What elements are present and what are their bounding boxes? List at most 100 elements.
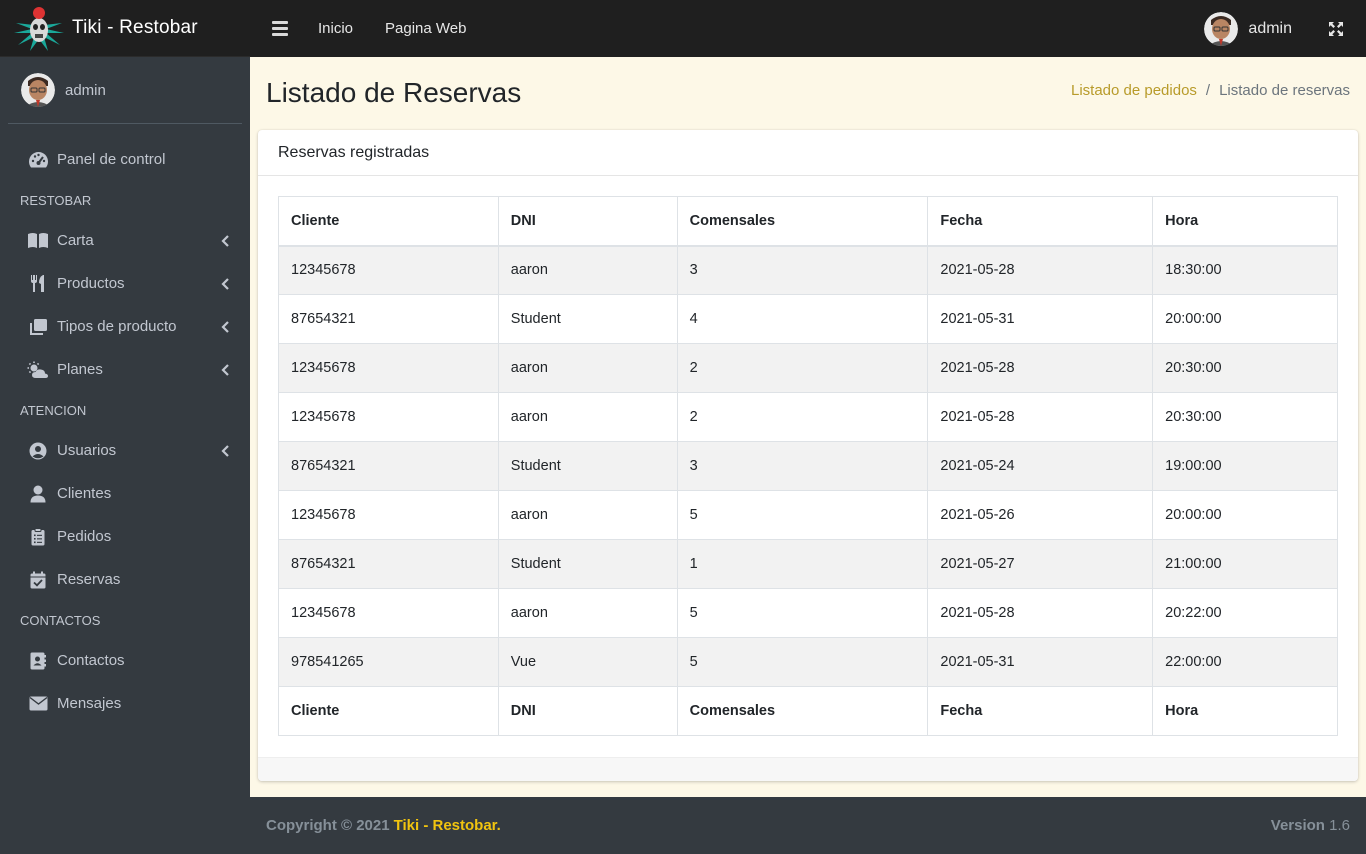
content-wrapper: Listado de Reservas Listado de pedidos /… <box>250 57 1366 797</box>
table-header: Cliente DNI Comensales Fecha Hora <box>278 196 1338 247</box>
cell-hora: 19:00:00 <box>1152 441 1338 491</box>
sidebar-item-label: Contactos <box>57 652 125 669</box>
card-title: Reservas registradas <box>258 130 1358 176</box>
sidebar-item-label: Pedidos <box>57 528 112 545</box>
sidebar-item-pedidos[interactable]: Pedidos <box>0 515 250 558</box>
cell-hora: 20:00:00 <box>1152 294 1338 344</box>
cell-cliente: 12345678 <box>278 392 499 442</box>
brand-name: Tiki - Restobar <box>72 17 198 38</box>
breadcrumb: Listado de pedidos / Listado de reservas <box>1071 82 1350 99</box>
cell-fecha: 2021-05-31 <box>927 637 1154 687</box>
sidebar-user-panel[interactable]: admin <box>8 57 242 124</box>
cell-fecha: 2021-05-27 <box>927 539 1154 589</box>
cell-hora: 21:00:00 <box>1152 539 1338 589</box>
sidebar-item-usuarios[interactable]: Usuarios <box>0 429 250 472</box>
sidebar: Tiki - Restobar admin Panel de control R… <box>0 0 250 854</box>
sidebar-item-planes[interactable]: Planes <box>0 348 250 391</box>
sidebar-item-contactos[interactable]: Contactos <box>0 639 250 682</box>
sidebar-item-label: Mensajes <box>57 695 122 712</box>
cell-cliente: 87654321 <box>278 539 499 589</box>
footer-header-fecha: Fecha <box>927 686 1154 736</box>
user-circle-icon <box>27 440 49 462</box>
table-body: 12345678 aaron 3 2021-05-28 18:30:00 8765432… <box>278 245 1338 687</box>
cell-dni: aaron <box>497 490 678 540</box>
footer-brand-link[interactable]: Tiki - Restobar. <box>394 817 501 834</box>
book-open-icon <box>27 230 49 252</box>
cell-comensales: 2 <box>676 392 929 442</box>
brand-link[interactable]: Tiki - Restobar <box>0 0 250 57</box>
clipboard-list-icon <box>27 526 49 548</box>
cell-cliente: 12345678 <box>278 343 499 393</box>
footer-header-cliente: Cliente <box>278 686 499 736</box>
cell-dni: Student <box>497 294 678 344</box>
cell-fecha: 2021-05-24 <box>927 441 1154 491</box>
cell-dni: aaron <box>497 588 678 638</box>
nav-header-atencion: ATENCION <box>20 402 87 418</box>
avatar <box>21 73 55 107</box>
sidebar-item-productos[interactable]: Productos <box>0 262 250 305</box>
table-row: 12345678 aaron 2 2021-05-28 20:30:00 <box>278 343 1338 393</box>
cell-dni: aaron <box>497 245 678 295</box>
avatar[interactable] <box>1204 11 1239 46</box>
sidebar-item-carta[interactable]: Carta <box>0 219 250 262</box>
column-header-fecha[interactable]: Fecha <box>927 196 1154 247</box>
sidebar-item-mensajes[interactable]: Mensajes <box>0 682 250 725</box>
envelope-icon <box>27 693 49 715</box>
chevron-left-icon <box>220 234 230 247</box>
cell-fecha: 2021-05-28 <box>927 392 1154 442</box>
cell-cliente: 12345678 <box>278 490 499 540</box>
sidebar-item-tipos-de-producto[interactable]: Tipos de producto <box>0 305 250 348</box>
nav-header-restobar: RESTOBAR <box>20 192 92 208</box>
expand-arrows-icon[interactable] <box>1328 21 1344 37</box>
nav-link-pagina-web[interactable]: Pagina Web <box>385 20 466 37</box>
column-header-cliente[interactable]: Cliente <box>278 196 499 247</box>
top-user-name[interactable]: admin <box>1248 20 1292 38</box>
cell-hora: 18:30:00 <box>1152 245 1338 295</box>
sidebar-item-panel-de-control[interactable]: Panel de control <box>0 138 250 181</box>
menu-toggle-icon[interactable] <box>272 21 294 36</box>
footer-header-hora: Hora <box>1152 686 1338 736</box>
table-row: 12345678 aaron 2 2021-05-28 20:30:00 <box>278 392 1338 442</box>
cell-cliente: 87654321 <box>278 441 499 491</box>
sidebar-nav: Panel de control RESTOBAR Carta Producto… <box>0 124 250 725</box>
cell-comensales: 5 <box>676 637 929 687</box>
cell-hora: 20:30:00 <box>1152 343 1338 393</box>
copyright-text: Copyright © 2021 <box>266 817 390 834</box>
footer-header-comensales: Comensales <box>676 686 929 736</box>
column-header-dni[interactable]: DNI <box>497 196 678 247</box>
version-info: Version 1.6 <box>1271 817 1350 834</box>
cell-fecha: 2021-05-31 <box>927 294 1154 344</box>
version-label: Version <box>1270 817 1325 834</box>
address-book-icon <box>27 650 49 672</box>
reservations-table: Cliente DNI Comensales Fecha Hora 123456… <box>278 196 1338 736</box>
chevron-left-icon <box>220 444 230 457</box>
cell-hora: 20:22:00 <box>1152 588 1338 638</box>
breadcrumb-active: Listado de reservas <box>1219 81 1350 99</box>
sidebar-item-label: Clientes <box>57 485 112 502</box>
nav-link-inicio[interactable]: Inicio <box>318 20 353 37</box>
footer-header-dni: DNI <box>497 686 678 736</box>
column-header-hora[interactable]: Hora <box>1152 196 1338 247</box>
column-header-comensales[interactable]: Comensales <box>676 196 929 247</box>
calendar-check-icon <box>27 569 49 591</box>
cloud-sun-icon <box>27 359 49 381</box>
cell-comensales: 3 <box>676 245 929 295</box>
table-row: 12345678 aaron 3 2021-05-28 18:30:00 <box>278 245 1338 295</box>
content-header: Listado de Reservas Listado de pedidos /… <box>250 57 1366 129</box>
cell-fecha: 2021-05-28 <box>927 588 1154 638</box>
user-icon <box>27 483 49 505</box>
breadcrumb-link[interactable]: Listado de pedidos <box>1071 82 1197 99</box>
sidebar-item-clientes[interactable]: Clientes <box>0 472 250 515</box>
chevron-left-icon <box>220 320 230 333</box>
sidebar-item-label: Carta <box>57 232 94 249</box>
cell-comensales: 5 <box>676 490 929 540</box>
sidebar-item-reservas[interactable]: Reservas <box>0 558 250 601</box>
card-footer <box>258 757 1358 781</box>
cell-fecha: 2021-05-28 <box>927 343 1154 393</box>
sidebar-item-label: Usuarios <box>57 442 117 459</box>
cell-cliente: 12345678 <box>278 245 499 295</box>
cell-cliente: 978541265 <box>278 637 499 687</box>
cell-comensales: 2 <box>676 343 929 393</box>
cell-comensales: 1 <box>676 539 929 589</box>
cell-cliente: 87654321 <box>278 294 499 344</box>
